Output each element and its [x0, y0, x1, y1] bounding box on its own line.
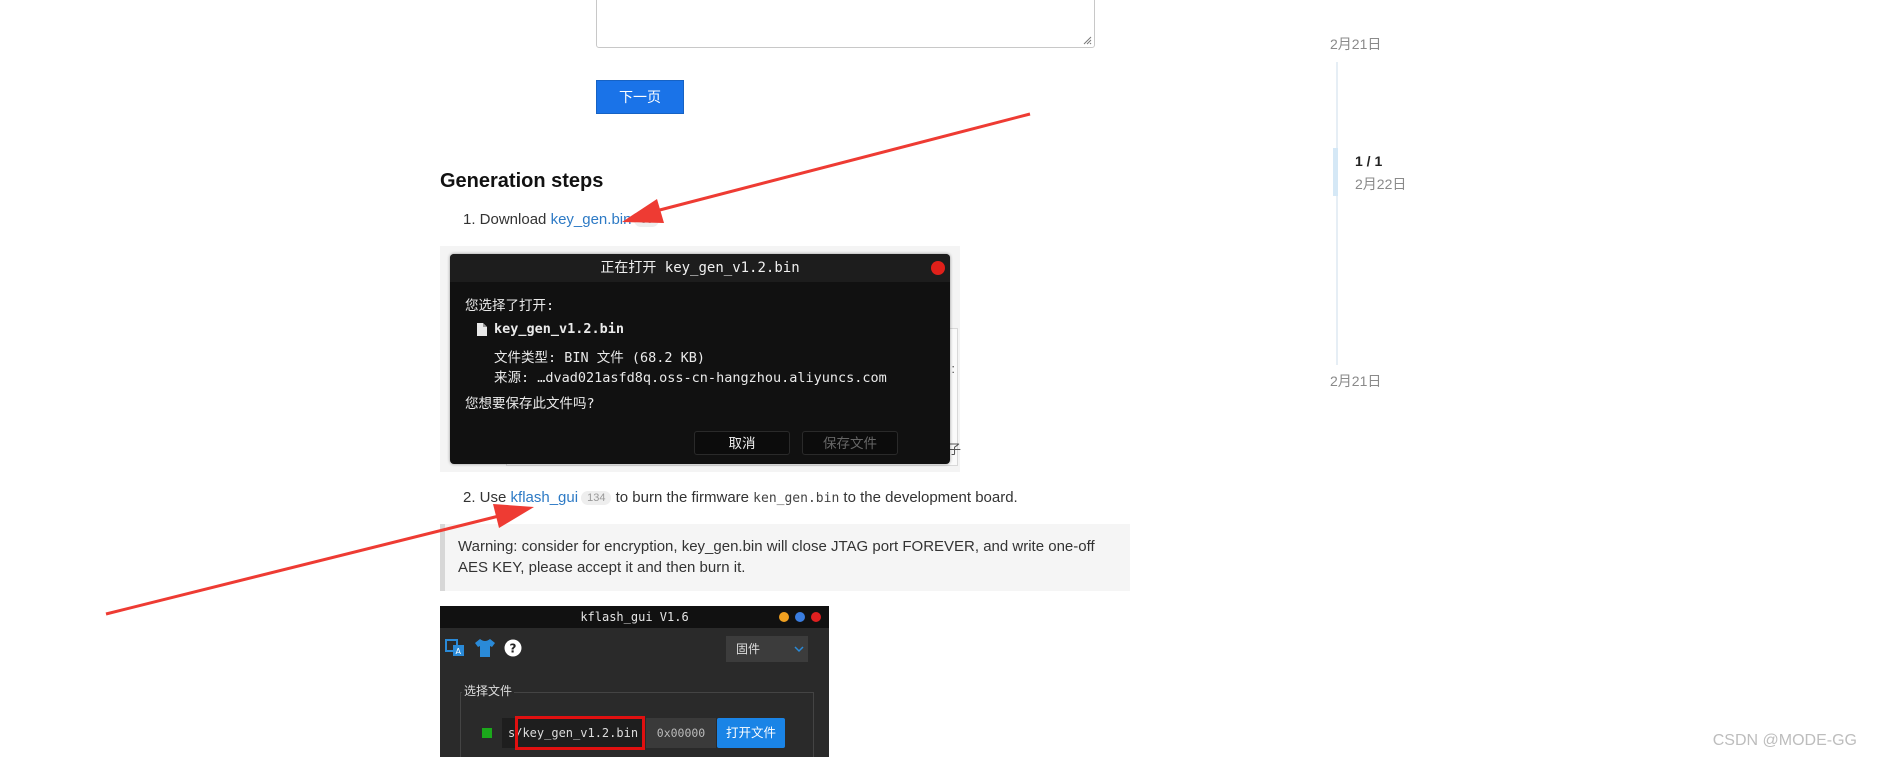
dialog-file-name: key_gen_v1.2.bin: [494, 321, 625, 337]
section-heading: Generation steps: [440, 170, 604, 192]
maximize-icon[interactable]: [795, 612, 805, 622]
dialog-file-type: 文件类型: BIN 文件 (68.2 KB): [494, 350, 706, 366]
key-gen-download-link[interactable]: key_gen.bin: [551, 211, 632, 228]
translate-icon[interactable]: A: [445, 638, 465, 658]
step-2-prefix: 2. Use: [463, 489, 511, 506]
address-input[interactable]: 0x00000: [646, 718, 716, 748]
open-file-button[interactable]: 打开文件: [717, 718, 785, 748]
file-download-dialog: 正在打开 key_gen_v1.2.bin 您选择了打开: key_gen_v1…: [450, 254, 950, 464]
timeline-date-bottom: 2月21日: [1330, 373, 1382, 389]
chevron-down-icon: [794, 646, 804, 653]
dialog-you-chose: 您选择了打开:: [465, 298, 555, 314]
kflash-title: kflash_gui V1.6: [440, 606, 829, 628]
close-icon[interactable]: [811, 612, 821, 622]
timeline-date-top: 2月21日: [1330, 36, 1382, 52]
step-2-mid: to burn the firmware: [611, 489, 754, 506]
highlight-box: [515, 716, 645, 750]
timeline-page-indicator[interactable]: 1 / 1: [1355, 153, 1382, 169]
help-glyph: ?: [510, 642, 517, 656]
dialog-file-source: 来源: …dvad021asfd8q.oss-cn-hangzhou.aliyu…: [494, 370, 887, 386]
step-1-prefix: 1. Download: [463, 211, 551, 228]
download-count-badge: 66: [634, 213, 659, 227]
svg-text:A: A: [456, 647, 462, 656]
warning-note: Warning: consider for encryption, key_ge…: [440, 524, 1130, 591]
step-2-suffix: to the development board.: [839, 489, 1018, 506]
file-enabled-checkbox[interactable]: [482, 728, 492, 738]
timeline-active-marker: [1333, 148, 1338, 196]
file-select-label: 选择文件: [462, 682, 515, 699]
close-icon[interactable]: [931, 261, 945, 275]
next-page-button[interactable]: 下一页: [596, 80, 684, 114]
step-2: 2. Use kflash_gui 134 to burn the firmwar…: [463, 489, 1018, 506]
save-file-button[interactable]: 保存文件: [802, 431, 898, 455]
dialog-title: 正在打开 key_gen_v1.2.bin: [450, 254, 950, 282]
peek-text-1: :: [951, 361, 955, 376]
mode-select[interactable]: 固件: [726, 636, 808, 662]
comment-textarea[interactable]: [596, 0, 1095, 48]
step-1: 1. Download key_gen.bin 66: [463, 211, 659, 228]
watermark: CSDN @MODE-GG: [1712, 732, 1857, 749]
file-icon: [477, 323, 487, 336]
timeline-track: [1336, 62, 1338, 365]
kflash-gui-screenshot: kflash_gui V1.6 A ? 固件 选择文件 s/key_gen_v1…: [440, 606, 829, 757]
help-icon[interactable]: ?: [504, 639, 522, 657]
dialog-question: 您想要保存此文件吗?: [465, 396, 595, 412]
timeline-page-date: 2月22日: [1355, 176, 1407, 192]
kflash-gui-link[interactable]: kflash_gui: [511, 489, 579, 506]
arrow-to-download-link: [622, 112, 1031, 223]
minimize-icon[interactable]: [779, 612, 789, 622]
kflash-count-badge: 134: [581, 491, 612, 505]
mode-select-value: 固件: [736, 642, 761, 656]
resize-grip-icon[interactable]: [1082, 35, 1092, 45]
firmware-filename: ken_gen.bin: [753, 491, 840, 506]
cancel-button[interactable]: 取消: [694, 431, 790, 455]
shirt-icon[interactable]: [474, 638, 496, 658]
